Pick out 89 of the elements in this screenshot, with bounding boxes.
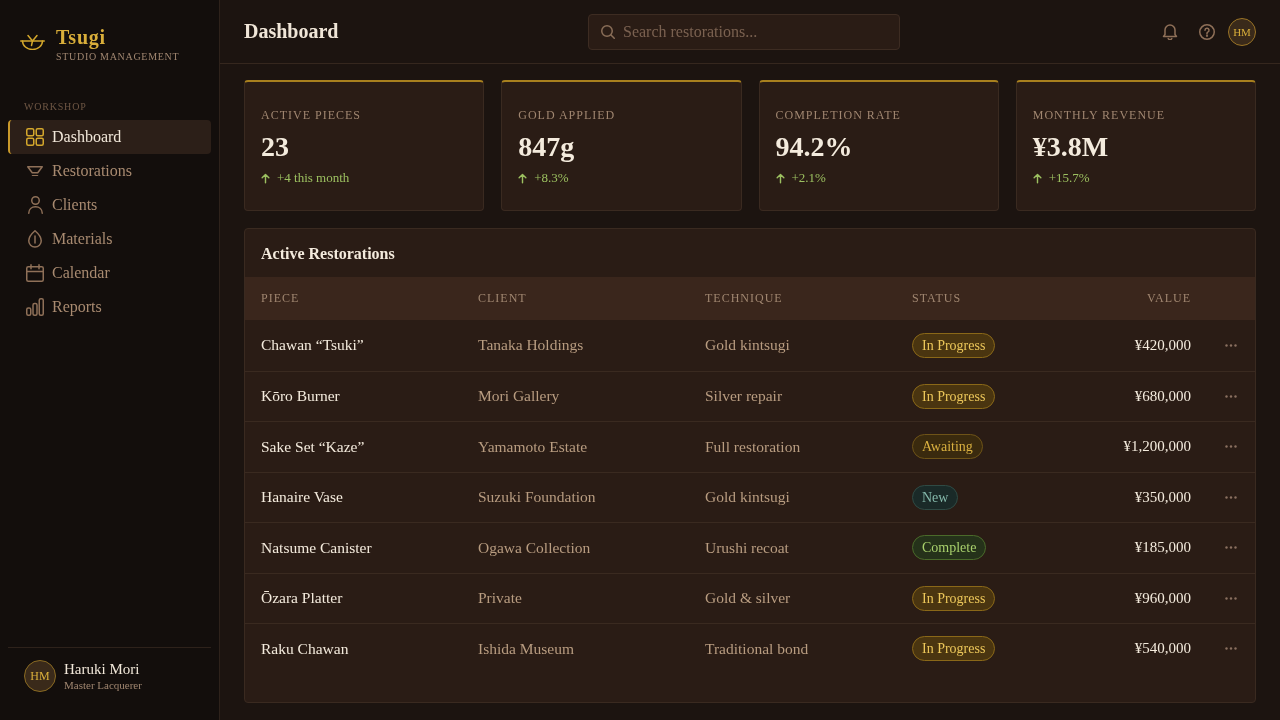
- nav-item[interactable]: Calendar: [8, 256, 211, 290]
- technique-name: Gold & silver: [705, 589, 791, 608]
- user-avatar: HM: [24, 660, 56, 692]
- more-icon[interactable]: [1225, 546, 1237, 550]
- status-pill: In Progress: [912, 636, 996, 662]
- more-icon[interactable]: [1225, 394, 1237, 398]
- technique-name: Full restoration: [705, 437, 801, 456]
- stat-label: ACTIVE PIECES: [261, 107, 361, 123]
- nav-item[interactable]: Clients: [8, 188, 211, 222]
- technique-name: Gold kintsugi: [705, 488, 790, 507]
- status-pill: In Progress: [912, 585, 996, 611]
- help-icon[interactable]: [1199, 23, 1215, 40]
- piece-name: Raku Chawan: [261, 639, 349, 658]
- technique-name: Traditional bond: [705, 639, 809, 658]
- price-value: ¥540,000: [1134, 640, 1191, 658]
- bar-chart-icon: [26, 298, 44, 316]
- stat-change: +8.3%: [534, 170, 569, 186]
- drop-icon: [28, 230, 42, 248]
- client-name: Ishida Museum: [478, 639, 574, 658]
- client-name: Yamamoto Estate: [478, 437, 588, 456]
- search-field[interactable]: Search restorations...: [588, 13, 900, 50]
- status-pill: In Progress: [912, 383, 996, 409]
- bowl-icon: [27, 165, 43, 177]
- stat-change: +2.1%: [791, 170, 826, 186]
- stat-change: +15.7%: [1048, 170, 1090, 186]
- price-value: ¥185,000: [1134, 539, 1191, 557]
- client-name: Tanaka Holdings: [478, 336, 584, 355]
- user-role: Master Lacquerer: [64, 678, 142, 692]
- stat-label: COMPLETION RATE: [775, 107, 901, 123]
- arrow-up-icon: [1032, 172, 1042, 184]
- piece-name: Kōro Burner: [261, 387, 340, 406]
- price-value: ¥1,200,000: [1123, 438, 1191, 456]
- piece-name: Chawan “Tsuki”: [261, 336, 364, 355]
- column-header: VALUE: [1146, 291, 1191, 306]
- nav-item[interactable]: Dashboard: [8, 120, 211, 154]
- more-icon[interactable]: [1225, 343, 1237, 347]
- more-icon[interactable]: [1225, 445, 1237, 449]
- price-value: ¥960,000: [1134, 589, 1191, 607]
- panel-title: Active Restorations: [260, 244, 396, 264]
- brand-name: Tsugi: [56, 26, 106, 48]
- calendar-icon: [26, 264, 44, 282]
- piece-name: Natsume Canister: [261, 538, 372, 557]
- stat-value: 23: [261, 131, 289, 163]
- status-pill: Complete: [912, 535, 987, 561]
- status-pill: Awaiting: [912, 434, 983, 460]
- more-icon[interactable]: [1225, 596, 1237, 600]
- nav-item[interactable]: Reports: [8, 290, 211, 324]
- technique-name: Silver repair: [705, 387, 783, 406]
- client-name: Mori Gallery: [478, 387, 560, 406]
- nav-item[interactable]: Restorations: [8, 154, 211, 188]
- price-value: ¥420,000: [1134, 336, 1191, 354]
- technique-name: Urushi recoat: [705, 538, 789, 557]
- technique-name: Gold kintsugi: [705, 336, 790, 355]
- piece-name: Sake Set “Kaze”: [261, 437, 365, 456]
- stat-label: GOLD APPLIED: [518, 107, 616, 123]
- client-name: Ogawa Collection: [478, 538, 591, 557]
- price-value: ¥350,000: [1134, 488, 1191, 506]
- status-pill: In Progress: [912, 332, 996, 358]
- more-icon[interactable]: [1225, 647, 1237, 651]
- user-name: Haruki Mori: [64, 660, 141, 678]
- client-name: Private: [478, 589, 522, 608]
- page-title: Dashboard: [244, 20, 339, 43]
- section-label: WORKSHOP: [24, 100, 87, 114]
- stat-value: ¥3.8M: [1032, 131, 1109, 163]
- bell-icon[interactable]: [1162, 23, 1178, 40]
- bowl-logo-icon: [20, 34, 45, 50]
- piece-name: Hanaire Vase: [261, 488, 343, 507]
- search-icon: [601, 24, 615, 39]
- stat-change: +4 this month: [277, 170, 350, 186]
- arrow-up-icon: [775, 172, 785, 184]
- arrow-up-icon: [518, 172, 528, 184]
- column-header: CLIENT: [478, 291, 527, 306]
- price-value: ¥680,000: [1134, 387, 1191, 405]
- stat-value: 847g: [518, 131, 575, 163]
- user-avatar[interactable]: HM: [1228, 17, 1256, 46]
- column-header: TECHNIQUE: [705, 291, 783, 306]
- user-icon: [27, 196, 43, 214]
- piece-name: Ōzara Platter: [261, 589, 343, 608]
- client-name: Suzuki Foundation: [478, 488, 596, 507]
- stat-value: 94.2%: [775, 131, 853, 163]
- column-header: STATUS: [912, 291, 962, 306]
- brand-tagline: STUDIO MANAGEMENT: [56, 50, 180, 64]
- status-pill: New: [912, 484, 959, 510]
- column-header: PIECE: [261, 291, 300, 306]
- stat-label: MONTHLY REVENUE: [1032, 107, 1166, 123]
- nav-item[interactable]: Materials: [8, 222, 211, 256]
- arrow-up-icon: [261, 172, 270, 184]
- grid-icon: [26, 128, 44, 146]
- more-icon[interactable]: [1225, 495, 1237, 499]
